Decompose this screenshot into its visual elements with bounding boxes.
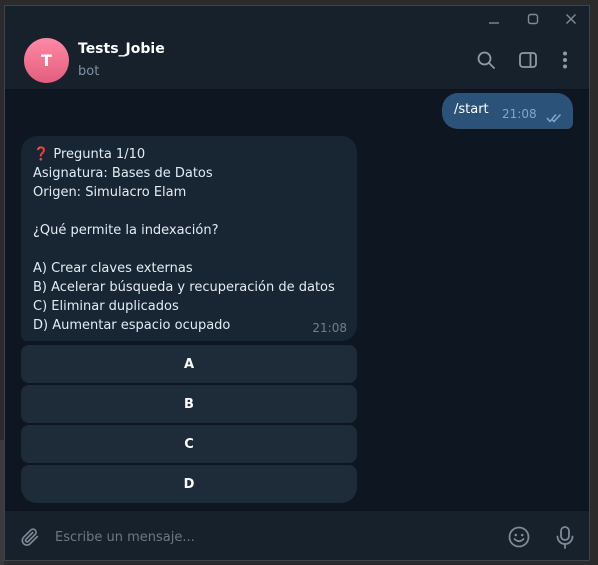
message-line: Origen: Simulacro Elam	[33, 185, 187, 200]
message-line: A) Crear claves externas	[33, 261, 193, 276]
microphone-icon[interactable]	[552, 524, 578, 550]
message-line: Asignatura: Bases de Datos	[33, 166, 213, 181]
answer-button-d[interactable]: D	[21, 465, 357, 503]
title-bar	[5, 6, 589, 32]
message-line: ¿Qué permite la indexación?	[33, 223, 219, 238]
answer-button-a[interactable]: A	[21, 345, 357, 383]
chat-header: T Tests_Jobie bot	[5, 32, 589, 90]
message-line: ❓ Pregunta 1/10	[33, 147, 146, 162]
outgoing-message[interactable]: /start 21:08	[442, 93, 573, 129]
message-text: ❓ Pregunta 1/10 Asignatura: Bases de Dat…	[33, 145, 335, 335]
message-input[interactable]	[55, 523, 475, 551]
answer-button-c[interactable]: C	[21, 425, 357, 463]
paperclip-icon[interactable]	[17, 524, 43, 550]
message-line	[33, 202, 335, 221]
message-text: /start	[454, 102, 489, 117]
sidebar-panel-icon[interactable]	[516, 48, 540, 72]
message-time: 21:08	[502, 107, 537, 121]
more-vertical-icon[interactable]	[553, 48, 577, 72]
question-mark-icon: ❓	[33, 147, 50, 162]
close-icon[interactable]	[562, 10, 580, 28]
double-check-icon	[546, 108, 564, 127]
minimize-icon[interactable]	[485, 10, 503, 28]
message-line: D) Aumentar espacio ocupado	[33, 318, 231, 333]
maximize-icon[interactable]	[524, 10, 542, 28]
answer-button-b[interactable]: B	[21, 385, 357, 423]
incoming-message[interactable]: ❓ Pregunta 1/10 Asignatura: Bases de Dat…	[21, 136, 357, 341]
chat-title[interactable]: Tests_Jobie	[78, 41, 165, 57]
message-line: C) Eliminar duplicados	[33, 299, 179, 314]
message-line: B) Acelerar búsqueda y recuperación de d…	[33, 280, 335, 295]
chat-status: bot	[78, 64, 100, 79]
message-time: 21:08	[312, 321, 347, 335]
avatar[interactable]: T	[24, 38, 69, 83]
search-icon[interactable]	[474, 48, 498, 72]
emoji-icon[interactable]	[506, 524, 532, 550]
message-composer	[5, 510, 589, 560]
telegram-window: T Tests_Jobie bot /start 21:08 ❓ Pregunt…	[4, 5, 590, 561]
message-line	[33, 240, 335, 259]
message-list[interactable]: /start 21:08 ❓ Pregunta 1/10 Asignatura:…	[5, 90, 589, 510]
